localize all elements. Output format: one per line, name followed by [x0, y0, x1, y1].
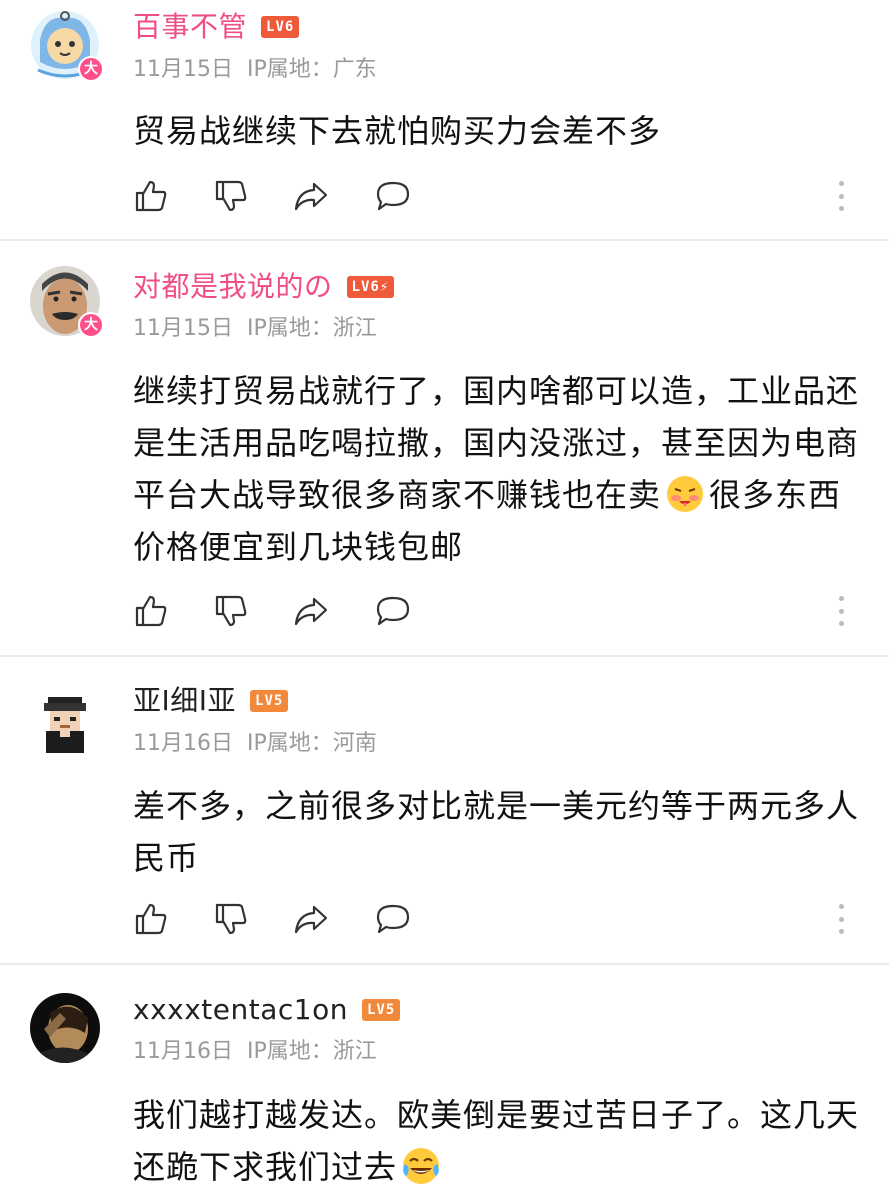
thumbs-up-icon	[135, 903, 167, 935]
reply-button[interactable]	[375, 593, 411, 629]
avatar[interactable]: 大	[30, 266, 104, 338]
level-badge: LV5	[361, 999, 401, 1021]
more-icon[interactable]	[833, 901, 849, 937]
comment-text-part: 我们越打越发达。欧美倒是要过苦日子了。这几天还跪下求我们过去	[133, 1096, 860, 1186]
vip-badge: 大	[78, 56, 104, 82]
reply-button[interactable]	[375, 901, 411, 937]
dislike-button[interactable]	[213, 901, 249, 937]
avatar[interactable]	[30, 689, 100, 759]
share-icon	[294, 905, 328, 934]
like-button[interactable]	[133, 593, 169, 629]
share-icon	[294, 182, 328, 211]
thumbs-up-icon	[135, 180, 167, 212]
laughing-tears-emoji	[401, 1146, 441, 1186]
vip-badge: 大	[78, 312, 104, 338]
share-button[interactable]	[293, 593, 329, 629]
level-badge: LV5	[250, 690, 289, 712]
dislike-button[interactable]	[213, 593, 249, 629]
share-button[interactable]	[293, 178, 329, 214]
username[interactable]: xxxxtentac1on	[133, 993, 348, 1027]
comment-actions	[133, 178, 853, 218]
reply-button[interactable]	[375, 178, 411, 214]
username[interactable]: 亚I细I亚	[133, 684, 236, 718]
like-button[interactable]	[133, 901, 169, 937]
comment-date: 11月16日	[133, 731, 233, 756]
ip-location: IP属地：广东	[247, 57, 377, 82]
comment-actions	[133, 901, 853, 941]
comment-date: 11月15日	[133, 316, 233, 341]
more-icon[interactable]	[833, 178, 849, 214]
reply-icon	[376, 904, 410, 934]
ip-location: IP属地：浙江	[247, 316, 377, 341]
thumbs-up-icon	[135, 595, 167, 627]
thumbs-down-icon	[215, 903, 247, 935]
ip-location: IP属地：河南	[247, 731, 377, 756]
thumbs-down-icon	[215, 595, 247, 627]
level-badge: LV6⚡	[346, 276, 395, 298]
comment-item: 大 百事不管 LV6 11月15日 IP属地：广东 贸易战继续下去就怕购买力会差…	[0, 0, 889, 240]
level-badge: LV6	[261, 16, 300, 38]
username[interactable]: 百事不管	[133, 10, 247, 44]
comment-item: 大 对都是我说的の LV6⚡ 11月15日 IP属地：浙江 继续打贸易战就行了，…	[0, 241, 889, 655]
username[interactable]: 对都是我说的の	[133, 270, 333, 304]
comment-meta: 11月15日 IP属地：广东	[133, 56, 377, 84]
more-icon[interactable]	[833, 593, 849, 629]
reply-icon	[376, 596, 410, 626]
comment-text: 差不多，之前很多对比就是一美元约等于两元多人民币	[133, 787, 860, 877]
comment-meta: 11月16日 IP属地：浙江	[133, 1038, 377, 1066]
comment-text: 我们越打越发达。欧美倒是要过苦日子了。这几天还跪下求我们过去	[133, 1089, 863, 1193]
hot-face-emoji	[665, 474, 705, 514]
thumbs-down-icon	[215, 180, 247, 212]
comment-date: 11月15日	[133, 57, 233, 82]
dislike-button[interactable]	[213, 178, 249, 214]
ip-location: IP属地：浙江	[247, 1039, 377, 1064]
avatar[interactable]	[30, 993, 100, 1063]
comment-actions	[133, 593, 853, 633]
avatar[interactable]: 大	[30, 10, 104, 82]
share-icon	[294, 597, 328, 626]
like-button[interactable]	[133, 178, 169, 214]
share-button[interactable]	[293, 901, 329, 937]
reply-icon	[376, 181, 410, 211]
comment-date: 11月16日	[133, 1039, 233, 1064]
comment-meta: 11月16日 IP属地：河南	[133, 730, 377, 758]
comment-text: 贸易战继续下去就怕购买力会差不多	[133, 112, 662, 150]
comment-item: 亚I细I亚 LV5 11月16日 IP属地：河南 差不多，之前很多对比就是一美元…	[0, 657, 889, 963]
comment-text: 继续打贸易战就行了，国内啥都可以造，工业品还是生活用品吃喝拉撒，国内没涨过，甚至…	[133, 365, 863, 573]
comment-item: xxxxtentac1on LV5 11月16日 IP属地：浙江 我们越打越发达…	[0, 965, 889, 1200]
comment-meta: 11月15日 IP属地：浙江	[133, 315, 377, 343]
